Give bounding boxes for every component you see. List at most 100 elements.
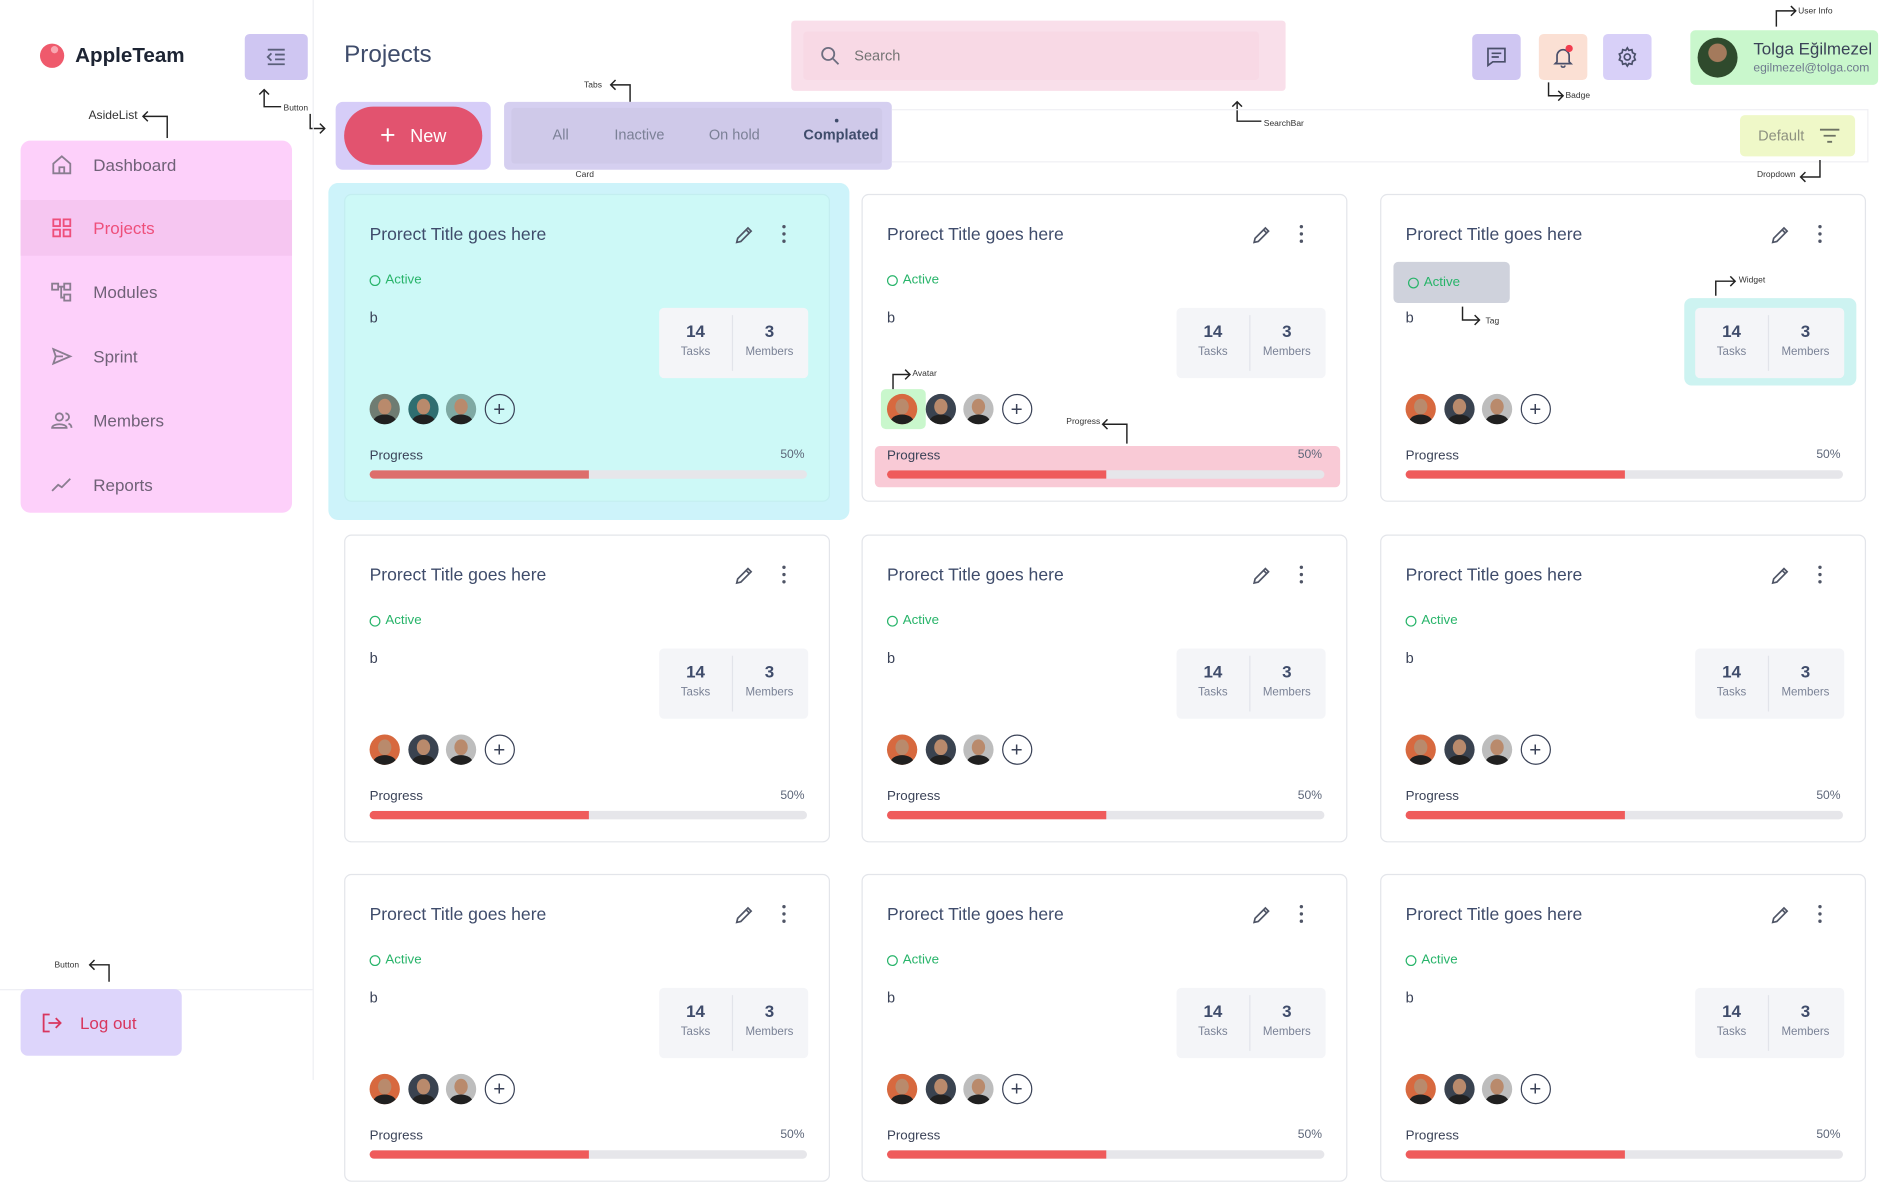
- progress-label: Progress: [1405, 1128, 1459, 1144]
- avatar[interactable]: [1481, 393, 1513, 425]
- avatar[interactable]: [886, 393, 918, 425]
- avatar[interactable]: [963, 393, 994, 425]
- sidebar-item-modules[interactable]: Modules: [21, 264, 292, 320]
- avatar[interactable]: [1405, 393, 1436, 425]
- pencil-icon[interactable]: [1769, 904, 1791, 926]
- new-project-button[interactable]: + New: [344, 106, 483, 165]
- search-input[interactable]: [851, 46, 1221, 66]
- more-options-icon[interactable]: [1299, 904, 1304, 923]
- tab-all[interactable]: All: [553, 126, 569, 143]
- add-member-button[interactable]: +: [1520, 734, 1551, 765]
- annotation-card: Card: [575, 170, 594, 180]
- progress-label: Progress: [369, 789, 423, 804]
- sidebar-toggle-button[interactable]: [244, 33, 308, 80]
- avatar-body: [966, 755, 990, 765]
- project-card[interactable]: Prorect Title goes here Active b 14 Task…: [1380, 193, 1867, 502]
- pencil-icon[interactable]: [1250, 224, 1272, 246]
- sidebar-item-reports[interactable]: Reports: [21, 457, 292, 513]
- progress-fill: [369, 470, 589, 479]
- avatar[interactable]: [925, 393, 956, 425]
- avatar-face: [416, 739, 430, 756]
- pencil-icon[interactable]: [1250, 904, 1272, 926]
- add-member-button[interactable]: +: [1520, 393, 1551, 425]
- pencil-icon[interactable]: [733, 224, 755, 246]
- more-options-icon[interactable]: [782, 224, 787, 243]
- project-card[interactable]: Prorect Title goes here Active b 14 Task…: [861, 193, 1348, 502]
- more-options-icon[interactable]: [782, 565, 787, 584]
- avatar[interactable]: [1443, 1073, 1475, 1105]
- project-card[interactable]: Prorect Title goes here Active b 14 Task…: [861, 534, 1348, 843]
- add-member-button[interactable]: +: [1001, 1073, 1032, 1105]
- tab-inactive[interactable]: Inactive: [614, 126, 664, 143]
- add-member-button[interactable]: +: [1001, 393, 1032, 425]
- card-description: b: [1405, 989, 1414, 1007]
- pencil-icon[interactable]: [1769, 224, 1791, 246]
- project-card[interactable]: Prorect Title goes here Active b 14 Task…: [344, 193, 831, 502]
- avatar[interactable]: [369, 393, 400, 425]
- avatar[interactable]: [963, 1073, 994, 1105]
- more-options-icon[interactable]: [1818, 224, 1823, 243]
- message-icon: [1487, 47, 1506, 68]
- sidebar-item-members[interactable]: Members: [21, 393, 292, 449]
- avatar[interactable]: [369, 734, 400, 765]
- sort-dropdown[interactable]: Default: [1740, 115, 1856, 157]
- avatar[interactable]: [1443, 393, 1475, 425]
- project-card[interactable]: Prorect Title goes here Active b 14 Task…: [1380, 534, 1867, 843]
- project-card[interactable]: Prorect Title goes here Active b 14 Task…: [344, 534, 831, 843]
- avatar-body: [890, 414, 914, 425]
- pencil-icon[interactable]: [1769, 565, 1791, 587]
- logout-button[interactable]: Log out: [20, 989, 182, 1056]
- add-member-button[interactable]: +: [484, 734, 515, 765]
- avatar[interactable]: [886, 1073, 918, 1105]
- pencil-icon[interactable]: [1250, 565, 1272, 587]
- add-member-button[interactable]: +: [1001, 734, 1032, 765]
- avatar[interactable]: [445, 734, 477, 765]
- more-options-icon[interactable]: [1818, 904, 1823, 923]
- sidebar-item-projects[interactable]: Projects: [20, 199, 293, 256]
- more-options-icon[interactable]: [782, 904, 787, 923]
- user-info[interactable]: Tolga Eğilmezel egilmezel@tolga.com: [1690, 30, 1879, 85]
- tasks-label: Tasks: [1716, 686, 1747, 700]
- avatar[interactable]: [1443, 734, 1475, 765]
- project-card[interactable]: Prorect Title goes here Active b 14 Task…: [1380, 873, 1867, 1182]
- tab-complated[interactable]: Complated: [803, 126, 878, 143]
- avatar[interactable]: [925, 1073, 956, 1105]
- progress-label: Progress: [1405, 448, 1459, 464]
- sidebar-item-sprint[interactable]: Sprint: [21, 328, 292, 384]
- sidebar-item-label: Reports: [93, 475, 153, 495]
- sidebar-item-dashboard[interactable]: Dashboard: [21, 137, 292, 193]
- project-card[interactable]: Prorect Title goes here Active b 14 Task…: [344, 873, 831, 1182]
- avatar[interactable]: [1405, 734, 1436, 765]
- avatar[interactable]: [886, 734, 918, 765]
- avatar[interactable]: [925, 734, 956, 765]
- settings-button[interactable]: [1603, 33, 1652, 80]
- avatar[interactable]: [1481, 1073, 1513, 1105]
- annotation-arrow: [609, 79, 631, 102]
- avatar[interactable]: [963, 734, 994, 765]
- tab-on-hold[interactable]: On hold: [709, 126, 760, 143]
- avatar[interactable]: [407, 1073, 439, 1105]
- add-member-button[interactable]: +: [1520, 1073, 1551, 1105]
- status-tag: Active: [369, 953, 422, 967]
- add-member-button[interactable]: +: [484, 1073, 515, 1105]
- annotation-arrow: [1799, 159, 1821, 183]
- avatar[interactable]: [445, 393, 477, 425]
- search-field[interactable]: [803, 31, 1259, 80]
- add-member-button[interactable]: +: [484, 393, 515, 425]
- project-card[interactable]: Prorect Title goes here Active b 14 Task…: [861, 873, 1348, 1182]
- avatar[interactable]: [445, 1073, 477, 1105]
- pencil-icon[interactable]: [733, 565, 755, 587]
- avatar[interactable]: [407, 393, 439, 425]
- pencil-icon[interactable]: [733, 904, 755, 926]
- avatar[interactable]: [369, 1073, 400, 1105]
- more-options-icon[interactable]: [1299, 565, 1304, 584]
- progress-label: Progress: [369, 1128, 423, 1144]
- more-options-icon[interactable]: [1299, 224, 1304, 243]
- avatar-face: [1490, 398, 1504, 415]
- more-options-icon[interactable]: [1818, 565, 1823, 584]
- avatar[interactable]: [1405, 1073, 1436, 1105]
- notifications-button[interactable]: [1538, 33, 1588, 80]
- avatar[interactable]: [1481, 734, 1513, 765]
- messages-button[interactable]: [1472, 33, 1521, 80]
- avatar[interactable]: [407, 734, 439, 765]
